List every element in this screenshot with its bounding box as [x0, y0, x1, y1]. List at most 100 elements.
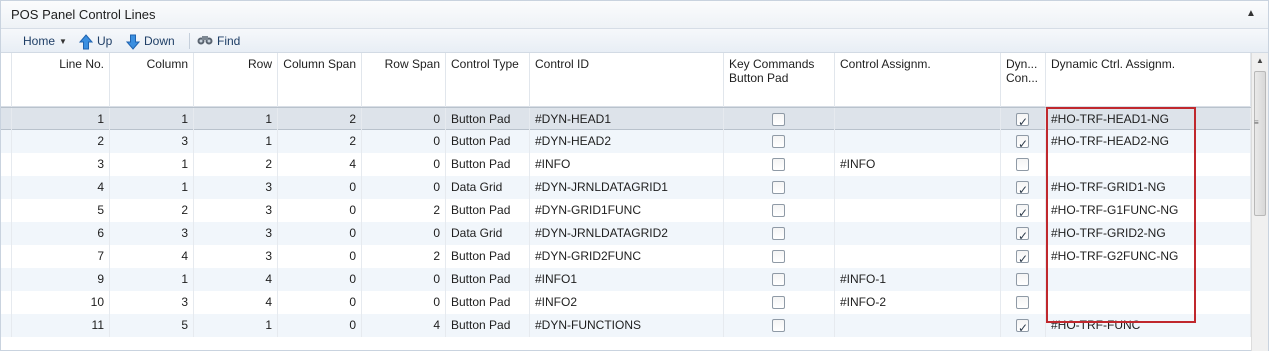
cell-column-span[interactable]: 0: [278, 199, 362, 222]
table-row[interactable]: 74302Button Pad#DYN-GRID2FUNC #HO-TRF-G2F…: [1, 245, 1251, 268]
dynamic-control-checkbox[interactable]: [1016, 317, 1029, 337]
cell-column-span[interactable]: 0: [278, 176, 362, 199]
cell-column[interactable]: 2: [110, 199, 194, 222]
cell-line-no[interactable]: 7: [9, 245, 110, 268]
table-row[interactable]: 63300Data Grid#DYN-JRNLDATAGRID2#HO-TRF-…: [1, 222, 1251, 245]
cell-control-type[interactable]: Button Pad: [446, 245, 530, 268]
cell-control-assignment[interactable]: [835, 199, 1001, 222]
cell-row[interactable]: 2: [194, 153, 278, 176]
table-row[interactable]: 115104Button Pad#DYN-FUNCTIONS #HO-TRF-FU…: [1, 314, 1251, 337]
cell-row-span[interactable]: 0: [362, 268, 446, 291]
dynamic-control-checkbox[interactable]: [1016, 296, 1029, 309]
cell-row-span[interactable]: 2: [362, 199, 446, 222]
cell-dynamic-control-assignment[interactable]: #HO-TRF-GRID2-NG: [1046, 222, 1251, 245]
cell-column[interactable]: 3: [110, 130, 194, 153]
dynamic-control-checkbox[interactable]: [1016, 202, 1029, 222]
column-header-dynamic-control[interactable]: Dyn... Con...: [1001, 53, 1046, 107]
cell-row[interactable]: 3: [194, 199, 278, 222]
column-header-row-span[interactable]: Row Span: [362, 53, 446, 107]
key-commands-checkbox[interactable]: [772, 227, 785, 240]
cell-row-span[interactable]: 4: [362, 314, 446, 337]
cell-line-no[interactable]: 11: [9, 314, 110, 337]
dropdown-caret-icon[interactable]: ▼: [59, 33, 67, 51]
cell-column[interactable]: 1: [110, 153, 194, 176]
cell-control-type[interactable]: Button Pad: [446, 108, 530, 131]
cell-control-assignment[interactable]: #INFO: [835, 153, 1001, 176]
cell-column-span[interactable]: 2: [278, 130, 362, 153]
key-commands-checkbox[interactable]: [772, 158, 785, 171]
vertical-scrollbar[interactable]: ▲ ≡: [1251, 53, 1268, 351]
cell-row[interactable]: 3: [194, 176, 278, 199]
cell-column[interactable]: 4: [110, 245, 194, 268]
cell-row[interactable]: 1: [194, 130, 278, 153]
cell-line-no[interactable]: 3: [9, 153, 110, 176]
cell-column[interactable]: 5: [110, 314, 194, 337]
column-header-control-id[interactable]: Control ID: [530, 53, 724, 107]
cell-row[interactable]: 1: [194, 108, 278, 131]
cell-control-assignment[interactable]: #INFO-2: [835, 291, 1001, 314]
key-commands-checkbox[interactable]: [772, 204, 785, 217]
cell-control-id[interactable]: #INFO1: [530, 268, 724, 291]
cell-row[interactable]: 1: [194, 314, 278, 337]
cell-control-assignment[interactable]: [835, 222, 1001, 245]
cell-dynamic-control-assignment[interactable]: #HO-TRF-HEAD1-NG: [1046, 108, 1251, 131]
cell-row[interactable]: 4: [194, 291, 278, 314]
column-header-row[interactable]: Row: [194, 53, 278, 107]
key-commands-checkbox[interactable]: [772, 319, 785, 332]
cell-line-no[interactable]: 5: [9, 199, 110, 222]
column-header-control-assignment[interactable]: Control Assignm.: [835, 53, 1001, 107]
key-commands-checkbox[interactable]: [772, 273, 785, 286]
cell-control-assignment[interactable]: [835, 176, 1001, 199]
cell-column[interactable]: 1: [110, 268, 194, 291]
cell-column-span[interactable]: 0: [278, 222, 362, 245]
cell-control-id[interactable]: #DYN-FUNCTIONS: [530, 314, 724, 337]
cell-control-type[interactable]: Button Pad: [446, 314, 530, 337]
cell-control-id[interactable]: #DYN-JRNLDATAGRID2: [530, 222, 724, 245]
scroll-thumb[interactable]: [1254, 71, 1266, 216]
dynamic-control-checkbox[interactable]: [1016, 273, 1029, 286]
cell-row-span[interactable]: 0: [362, 222, 446, 245]
cell-control-id[interactable]: #INFO: [530, 153, 724, 176]
cell-control-assignment[interactable]: [835, 245, 1001, 268]
cell-column[interactable]: 3: [110, 222, 194, 245]
cell-line-no[interactable]: 10: [9, 291, 110, 314]
cell-dynamic-control-assignment[interactable]: #HO-TRF-FUNC: [1046, 314, 1251, 337]
column-header-line-no[interactable]: Line No.: [9, 53, 110, 107]
key-commands-checkbox[interactable]: [772, 181, 785, 194]
table-row[interactable]: 11120Button Pad#DYN-HEAD1#HO-TRF-HEAD1-N…: [1, 107, 1251, 131]
table-row[interactable]: 41300Data Grid#DYN-JRNLDATAGRID1#HO-TRF-…: [1, 176, 1251, 199]
dynamic-control-checkbox[interactable]: [1016, 225, 1029, 245]
cell-row-span[interactable]: 0: [362, 176, 446, 199]
cell-column-span[interactable]: 0: [278, 314, 362, 337]
column-header-key-commands-button-pad[interactable]: Key Commands Button Pad: [724, 53, 835, 107]
cell-control-type[interactable]: Button Pad: [446, 291, 530, 314]
cell-column-span[interactable]: 2: [278, 108, 362, 131]
cell-dynamic-control-assignment[interactable]: #HO-TRF-G1FUNC-NG: [1046, 199, 1251, 222]
table-row[interactable]: 10 3 4 0 0 Button Pad #INFO2 #INFO-2: [1, 291, 1251, 314]
cell-row-span[interactable]: 0: [362, 130, 446, 153]
column-header-column-span[interactable]: Column Span: [278, 53, 362, 107]
cell-line-no[interactable]: 1: [9, 108, 110, 131]
cell-row-span[interactable]: 0: [362, 108, 446, 131]
cell-row-span[interactable]: 0: [362, 153, 446, 176]
cell-control-assignment[interactable]: [835, 108, 1001, 131]
cell-control-type[interactable]: Data Grid: [446, 176, 530, 199]
dynamic-control-checkbox[interactable]: [1016, 248, 1029, 268]
cell-dynamic-control-assignment[interactable]: [1046, 153, 1251, 176]
cell-line-no[interactable]: 6: [9, 222, 110, 245]
home-button[interactable]: Home ▼: [23, 32, 67, 50]
cell-dynamic-control-assignment[interactable]: [1046, 268, 1251, 291]
down-button[interactable]: Down: [125, 32, 175, 50]
chevron-up-icon[interactable]: ▲: [1244, 7, 1258, 21]
find-button[interactable]: Find: [197, 32, 240, 50]
cell-dynamic-control-assignment[interactable]: [1046, 291, 1251, 314]
cell-control-type[interactable]: Button Pad: [446, 153, 530, 176]
cell-column-span[interactable]: 4: [278, 153, 362, 176]
column-header-column[interactable]: Column: [110, 53, 194, 107]
column-header-dynamic-control-assignment[interactable]: Dynamic Ctrl. Assignm.: [1046, 53, 1251, 107]
cell-control-id[interactable]: #INFO2: [530, 291, 724, 314]
cell-control-id[interactable]: #DYN-GRID2FUNC: [530, 245, 724, 268]
cell-control-assignment[interactable]: [835, 130, 1001, 153]
dynamic-control-checkbox[interactable]: [1016, 133, 1029, 153]
table-row[interactable]: 52302Button Pad#DYN-GRID1FUNC#HO-TRF-G1F…: [1, 199, 1251, 222]
